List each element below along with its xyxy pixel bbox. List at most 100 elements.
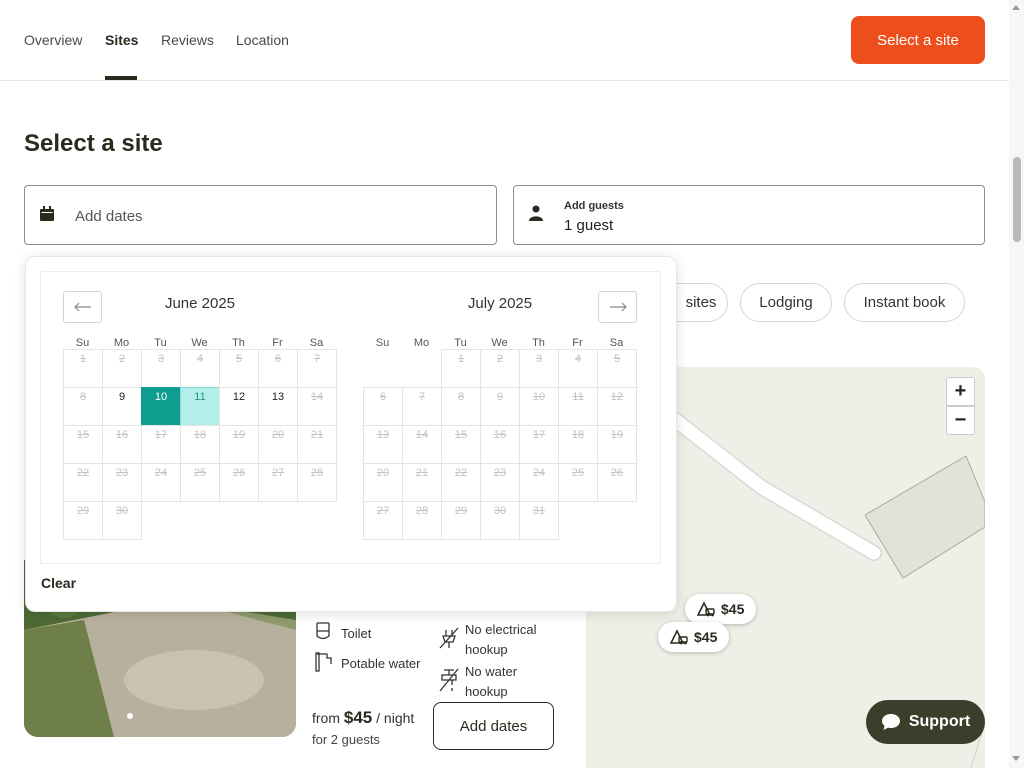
calendar-day[interactable]: 13 — [258, 387, 298, 426]
calendar-day[interactable]: 4 — [558, 349, 598, 388]
weekday-label: Th — [232, 337, 245, 349]
support-label: Support — [908, 713, 971, 730]
water-tap-icon — [315, 652, 332, 672]
weekday-label: Su — [375, 337, 390, 349]
calendar-day[interactable]: 18 — [558, 425, 598, 464]
calendar-day[interactable]: 7 — [402, 387, 442, 426]
calendar-day[interactable]: 11 — [180, 387, 220, 426]
calendar-day[interactable]: 17 — [519, 425, 559, 464]
calendar-day[interactable]: 16 — [102, 425, 142, 464]
calendar-day[interactable]: 1 — [63, 349, 103, 388]
calendar-day[interactable]: 1 — [441, 349, 481, 388]
calendar-day[interactable]: 29 — [441, 501, 481, 540]
tab-sites[interactable]: Sites — [105, 32, 138, 48]
map-price-pin[interactable]: $45 — [685, 594, 757, 624]
calendar-day[interactable]: 26 — [597, 463, 637, 502]
calendar-day[interactable]: 15 — [63, 425, 103, 464]
calendar-day[interactable]: 6 — [258, 349, 298, 388]
dates-field[interactable]: Add dates — [24, 185, 497, 245]
map-price-pin[interactable]: $45 — [658, 622, 730, 652]
filter-sites-label: sites — [685, 294, 717, 311]
calendar-day[interactable]: 24 — [519, 463, 559, 502]
tab-location[interactable]: Location — [236, 32, 289, 48]
calendar-day[interactable]: 5 — [219, 349, 259, 388]
scroll-up-arrow-icon[interactable] — [1012, 5, 1020, 10]
calendar-day[interactable]: 21 — [297, 425, 337, 464]
calendar-day[interactable]: 22 — [63, 463, 103, 502]
map-zoom-in-button[interactable]: + — [946, 377, 975, 406]
calendar-day[interactable]: 2 — [480, 349, 520, 388]
calendar-day[interactable]: 23 — [102, 463, 142, 502]
calendar-day[interactable]: 28 — [297, 463, 337, 502]
calendar-day[interactable]: 13 — [363, 425, 403, 464]
carousel-dot-active[interactable] — [127, 713, 133, 719]
calendar-day[interactable]: 14 — [297, 387, 337, 426]
calendar-day[interactable]: 8 — [63, 387, 103, 426]
scrollbar[interactable] — [1009, 0, 1024, 768]
calendar-day[interactable]: 17 — [141, 425, 181, 464]
calendar-day[interactable]: 5 — [597, 349, 637, 388]
weekday-label: Tu — [154, 337, 167, 349]
no-electric-icon — [439, 627, 459, 649]
calendar-day[interactable]: 20 — [258, 425, 298, 464]
calendar-day[interactable]: 19 — [219, 425, 259, 464]
calendar-day[interactable]: 19 — [597, 425, 637, 464]
calendar-day[interactable]: 3 — [519, 349, 559, 388]
month-title-june: June 2025 — [164, 295, 236, 312]
calendar-day[interactable]: 8 — [441, 387, 481, 426]
calendar-day[interactable]: 14 — [402, 425, 442, 464]
calendar-day[interactable]: 18 — [180, 425, 220, 464]
calendar-day[interactable]: 29 — [63, 501, 103, 540]
weekday-label: Sa — [309, 337, 324, 349]
calendar-day[interactable]: 9 — [480, 387, 520, 426]
select-site-button[interactable]: Select a site — [851, 16, 985, 64]
filter-lodging-chip[interactable]: Lodging — [740, 283, 832, 322]
support-button[interactable]: Support — [866, 700, 985, 744]
calendar-day[interactable]: 4 — [180, 349, 220, 388]
prev-month-button[interactable] — [63, 291, 102, 323]
amenity-no-water-line2: hookup — [465, 684, 508, 699]
calendar-day[interactable]: 25 — [558, 463, 598, 502]
calendar-day[interactable]: 21 — [402, 463, 442, 502]
add-dates-button[interactable]: Add dates — [433, 702, 554, 750]
calendar-day[interactable]: 27 — [363, 501, 403, 540]
scrollbar-thumb[interactable] — [1013, 157, 1021, 242]
calendar-day[interactable]: 25 — [180, 463, 220, 502]
calendar-day[interactable]: 30 — [480, 501, 520, 540]
calendar-day[interactable]: 23 — [480, 463, 520, 502]
calendar-day[interactable]: 31 — [519, 501, 559, 540]
weekday-label: Fr — [272, 337, 283, 349]
active-tab-indicator — [105, 76, 137, 80]
price-suffix: / night — [376, 710, 415, 726]
tab-overview[interactable]: Overview — [24, 32, 82, 48]
calendar-day[interactable]: 20 — [363, 463, 403, 502]
calendar-day[interactable]: 15 — [441, 425, 481, 464]
calendar-day[interactable]: 9 — [102, 387, 142, 426]
calendar-day[interactable]: 28 — [402, 501, 442, 540]
calendar-day[interactable]: 11 — [558, 387, 598, 426]
calendar-day[interactable]: 30 — [102, 501, 142, 540]
tab-reviews[interactable]: Reviews — [161, 32, 214, 48]
calendar-day[interactable]: 16 — [480, 425, 520, 464]
calendar-day[interactable]: 6 — [363, 387, 403, 426]
calendar-day[interactable]: 12 — [219, 387, 259, 426]
calendar-day[interactable]: 22 — [441, 463, 481, 502]
calendar-day[interactable]: 27 — [258, 463, 298, 502]
scroll-down-arrow-icon[interactable] — [1012, 756, 1020, 761]
calendar-day[interactable]: 2 — [102, 349, 142, 388]
map-pin-price: $45 — [721, 601, 745, 617]
calendar-day[interactable]: 10 — [519, 387, 559, 426]
map-zoom-out-button[interactable]: − — [946, 406, 975, 435]
calendar-day[interactable]: 12 — [597, 387, 637, 426]
guests-field[interactable]: Add guests 1 guest — [513, 185, 985, 245]
clear-dates-button[interactable]: Clear — [41, 575, 76, 591]
calendar-day[interactable]: 26 — [219, 463, 259, 502]
calendar-day[interactable]: 7 — [297, 349, 337, 388]
calendar-icon — [40, 206, 54, 221]
weekday-label: Su — [75, 337, 90, 349]
calendar-day[interactable]: 24 — [141, 463, 181, 502]
next-month-button[interactable] — [598, 291, 637, 323]
calendar-day[interactable]: 3 — [141, 349, 181, 388]
filter-instant-book-chip[interactable]: Instant book — [844, 283, 965, 322]
calendar-day[interactable]: 10 — [141, 387, 181, 426]
